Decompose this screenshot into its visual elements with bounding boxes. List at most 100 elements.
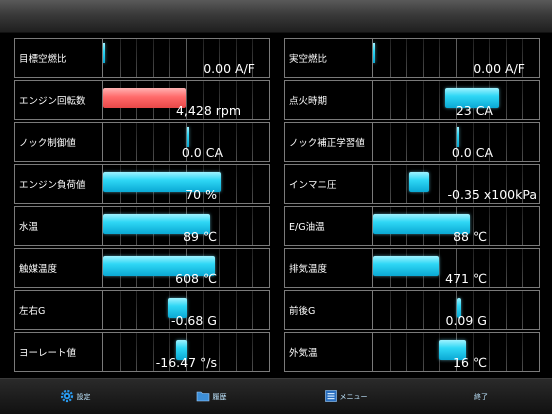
gauge-track: 0.0 CA xyxy=(373,123,539,161)
gauge-value: 70 % xyxy=(185,187,217,202)
gauge-tick xyxy=(406,39,407,77)
gauge-tick xyxy=(219,291,220,329)
gauge-tick xyxy=(236,207,237,245)
gauge-track: -0.68 G xyxy=(103,291,269,329)
gauge-actual-afr: 実空燃比 0.00 A/F xyxy=(284,38,540,78)
gauge-label: エンジン負荷値 xyxy=(15,165,103,203)
gauge-bar xyxy=(187,127,189,147)
settings-button[interactable]: 設定 xyxy=(40,379,110,414)
top-bar xyxy=(0,0,552,33)
gauge-tick xyxy=(186,39,187,77)
gauge-longitudinal-g: 前後G 0.09 G xyxy=(284,290,540,330)
gauge-water-temp: 水温 89 ℃ xyxy=(14,206,270,246)
gauge-tick xyxy=(136,39,137,77)
gauge-bar xyxy=(103,88,186,108)
gauge-tick xyxy=(423,39,424,77)
gauge-tick xyxy=(390,39,391,77)
gauge-value: 16 ℃ xyxy=(453,355,487,370)
gauge-tick xyxy=(489,291,490,329)
gauge-tick xyxy=(506,249,507,287)
gauge-track: 70 % xyxy=(103,165,269,203)
gauge-tick xyxy=(252,207,253,245)
gauge-value: 23 CA xyxy=(455,103,493,118)
gauge-grid: 目標空燃比 0.00 A/F 実空燃比 0.00 A/F エンジン回転数 4,4… xyxy=(0,33,552,378)
gauge-tick xyxy=(236,249,237,287)
menu-label: メニュー xyxy=(339,393,368,401)
gauge-value: -16.47 °/s xyxy=(155,355,217,370)
gauge-value: -0.68 G xyxy=(170,313,217,328)
gauge-bar xyxy=(409,172,429,192)
gauge-tick xyxy=(456,39,457,77)
gauge-value: 0.09 G xyxy=(445,313,488,328)
gauge-label: 水温 xyxy=(15,207,103,245)
gauge-track: 4,428 rpm xyxy=(103,81,269,119)
gauge-bar xyxy=(103,43,105,63)
gauge-bar xyxy=(373,256,439,276)
gauge-label: ノック補正学習値 xyxy=(285,123,373,161)
gear-icon xyxy=(60,389,74,405)
gauge-value: -0.35 x100kPa xyxy=(447,187,537,202)
exit-button[interactable]: 終了 xyxy=(456,379,506,414)
gauge-value: 89 ℃ xyxy=(183,229,217,244)
gauge-value: 471 ℃ xyxy=(445,271,487,286)
gauge-tick xyxy=(423,333,424,371)
gauge-value: 0.0 CA xyxy=(181,145,223,160)
gauge-label: E/G油温 xyxy=(285,207,373,245)
gauge-tick xyxy=(423,291,424,329)
gauge-lateral-g: 左右G -0.68 G xyxy=(14,290,270,330)
gauge-tick xyxy=(406,165,407,203)
gauge-tick xyxy=(136,123,137,161)
gauge-label: 排気温度 xyxy=(285,249,373,287)
history-label: 履歴 xyxy=(212,393,227,401)
gauge-value: 4,428 rpm xyxy=(175,103,241,118)
gauge-tick xyxy=(423,81,424,119)
gauge-tick xyxy=(252,123,253,161)
gauge-label: 左右G xyxy=(15,291,103,329)
gauge-tick xyxy=(169,39,170,77)
gauge-label: ヨーレート値 xyxy=(15,333,103,371)
gauge-label: インマニ圧 xyxy=(285,165,373,203)
gauge-tick xyxy=(120,333,121,371)
gauge-tick xyxy=(120,123,121,161)
gauge-track: 0.00 A/F xyxy=(103,39,269,77)
gauge-track: -16.47 °/s xyxy=(103,333,269,371)
gauge-tick xyxy=(390,291,391,329)
gauge-exhaust-temp: 排気温度 471 ℃ xyxy=(284,248,540,288)
gauge-tick xyxy=(136,333,137,371)
gauge-tick xyxy=(252,81,253,119)
gauge-tick xyxy=(489,207,490,245)
gauge-outside-temp: 外気温 16 ℃ xyxy=(284,332,540,372)
gauge-tick xyxy=(423,123,424,161)
gauge-tick xyxy=(236,333,237,371)
gauge-tick xyxy=(522,333,523,371)
gauge-tick xyxy=(439,123,440,161)
gauge-tick xyxy=(522,207,523,245)
gauge-tick xyxy=(219,249,220,287)
gauge-track: 608 ℃ xyxy=(103,249,269,287)
gauge-label: 外気温 xyxy=(285,333,373,371)
gauge-tick xyxy=(406,123,407,161)
gauge-track: -0.35 x100kPa xyxy=(373,165,539,203)
gauge-label: 触媒温度 xyxy=(15,249,103,287)
gauge-engine-load: エンジン負荷値 70 % xyxy=(14,164,270,204)
gauge-ignition-timing: 点火時期 23 CA xyxy=(284,80,540,120)
gauge-tick xyxy=(489,249,490,287)
gauge-knock-learning: ノック補正学習値 0.0 CA xyxy=(284,122,540,162)
gauge-tick xyxy=(522,81,523,119)
gauge-tick xyxy=(153,123,154,161)
gauge-tick xyxy=(406,291,407,329)
gauge-tick xyxy=(390,333,391,371)
gauge-tick xyxy=(522,291,523,329)
gauge-value: 608 ℃ xyxy=(175,271,217,286)
gauge-track: 16 ℃ xyxy=(373,333,539,371)
exit-label: 終了 xyxy=(474,393,488,401)
gauge-tick xyxy=(506,333,507,371)
gauge-track: 471 ℃ xyxy=(373,249,539,287)
gauge-tick xyxy=(153,39,154,77)
menu-icon xyxy=(324,390,337,404)
history-button[interactable]: 履歴 xyxy=(176,379,246,414)
gauge-tick xyxy=(489,333,490,371)
gauge-label: 目標空燃比 xyxy=(15,39,103,77)
gauge-value: 0.0 CA xyxy=(451,145,493,160)
menu-button[interactable]: メニュー xyxy=(306,379,386,414)
